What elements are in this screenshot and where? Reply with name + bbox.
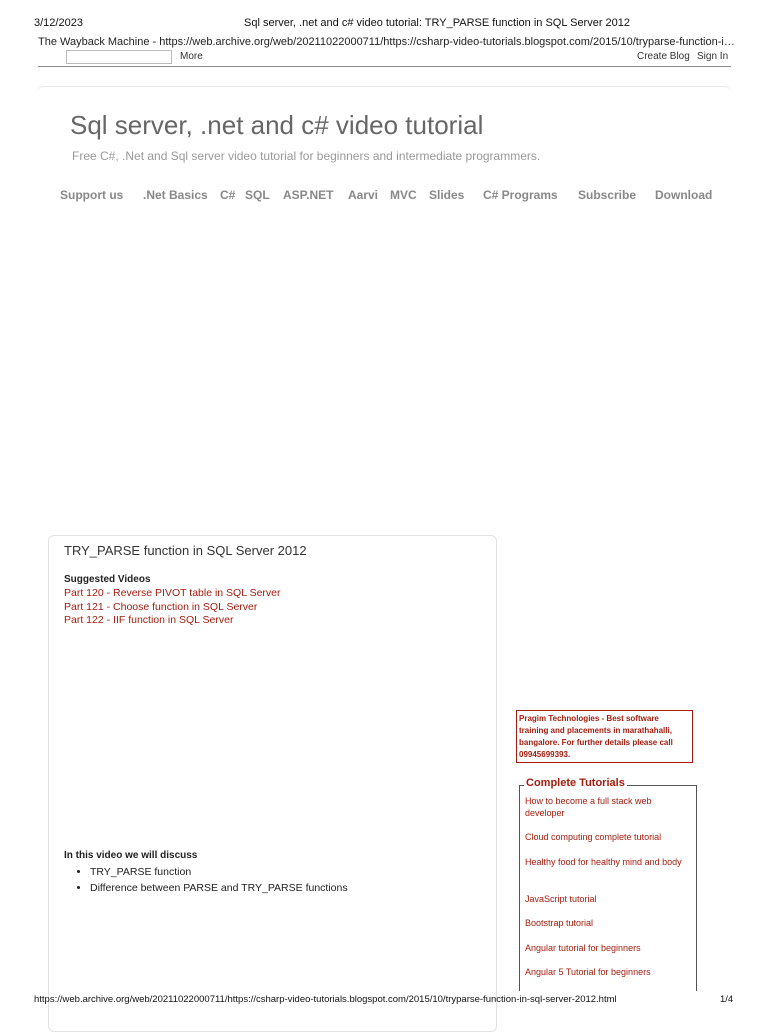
discuss-list: TRY_PARSE function Difference between PA… xyxy=(78,866,348,898)
nav-aarvi[interactable]: Aarvi xyxy=(348,188,378,202)
suggested-link-part-122[interactable]: Part 122 - IIF function in SQL Server xyxy=(64,614,233,626)
list-item: Difference between PARSE and TRY_PARSE f… xyxy=(90,882,348,894)
wayback-banner[interactable]: The Wayback Machine - https://web.archiv… xyxy=(38,36,738,48)
nav-net-basics[interactable]: .Net Basics xyxy=(143,188,208,202)
tutorial-link-healthy-food[interactable]: Healthy food for healthy mind and body xyxy=(525,856,685,868)
suggested-videos-heading: Suggested Videos xyxy=(64,574,151,585)
navbar-more-link[interactable]: More xyxy=(180,51,203,62)
footer-url: https://web.archive.org/web/202110220007… xyxy=(34,994,617,1005)
nav-download[interactable]: Download xyxy=(655,188,712,202)
nav-subscribe[interactable]: Subscribe xyxy=(578,188,636,202)
tutorial-link-angular-5[interactable]: Angular 5 Tutorial for beginners xyxy=(525,966,685,978)
suggested-link-part-120[interactable]: Part 120 - Reverse PIVOT table in SQL Se… xyxy=(64,587,281,599)
complete-tutorials-title: Complete Tutorials xyxy=(524,777,627,789)
create-blog-link[interactable]: Create Blog xyxy=(637,51,690,62)
nav-csharp-programs[interactable]: C# Programs xyxy=(483,188,558,202)
nav-sql[interactable]: SQL xyxy=(245,188,270,202)
page-number: 1/4 xyxy=(720,994,734,1005)
post-title: TRY_PARSE function in SQL Server 2012 xyxy=(64,543,307,558)
nav-slides[interactable]: Slides xyxy=(429,188,464,202)
navbar-divider xyxy=(38,66,731,67)
tutorial-link-angular[interactable]: Angular tutorial for beginners xyxy=(525,942,685,954)
blog-description: Free C#, .Net and Sql server video tutor… xyxy=(72,149,541,163)
suggested-link-part-121[interactable]: Part 121 - Choose function in SQL Server xyxy=(64,601,257,613)
nav-mvc[interactable]: MVC xyxy=(390,188,417,202)
tutorial-link-bootstrap[interactable]: Bootstrap tutorial xyxy=(525,917,685,929)
navbar-search-input[interactable] xyxy=(66,50,172,64)
pragim-ad[interactable]: Pragim Technologies - Best software trai… xyxy=(516,710,693,763)
print-title: Sql server, .net and c# video tutorial: … xyxy=(244,17,631,29)
list-item: TRY_PARSE function xyxy=(90,866,348,878)
print-date: 3/12/2023 xyxy=(34,17,83,29)
tutorial-link-full-stack[interactable]: How to become a full stack web developer xyxy=(525,795,685,819)
blog-title[interactable]: Sql server, .net and c# video tutorial xyxy=(70,110,483,141)
nav-csharp[interactable]: C# xyxy=(220,188,235,202)
nav-support-us[interactable]: Support us xyxy=(60,188,123,202)
tutorial-link-cloud[interactable]: Cloud computing complete tutorial xyxy=(525,831,685,843)
discuss-heading: In this video we will discuss xyxy=(64,850,198,861)
tutorial-link-javascript[interactable]: JavaScript tutorial xyxy=(525,893,685,905)
nav-aspnet[interactable]: ASP.NET xyxy=(283,188,333,202)
sign-in-link[interactable]: Sign In xyxy=(697,51,728,62)
